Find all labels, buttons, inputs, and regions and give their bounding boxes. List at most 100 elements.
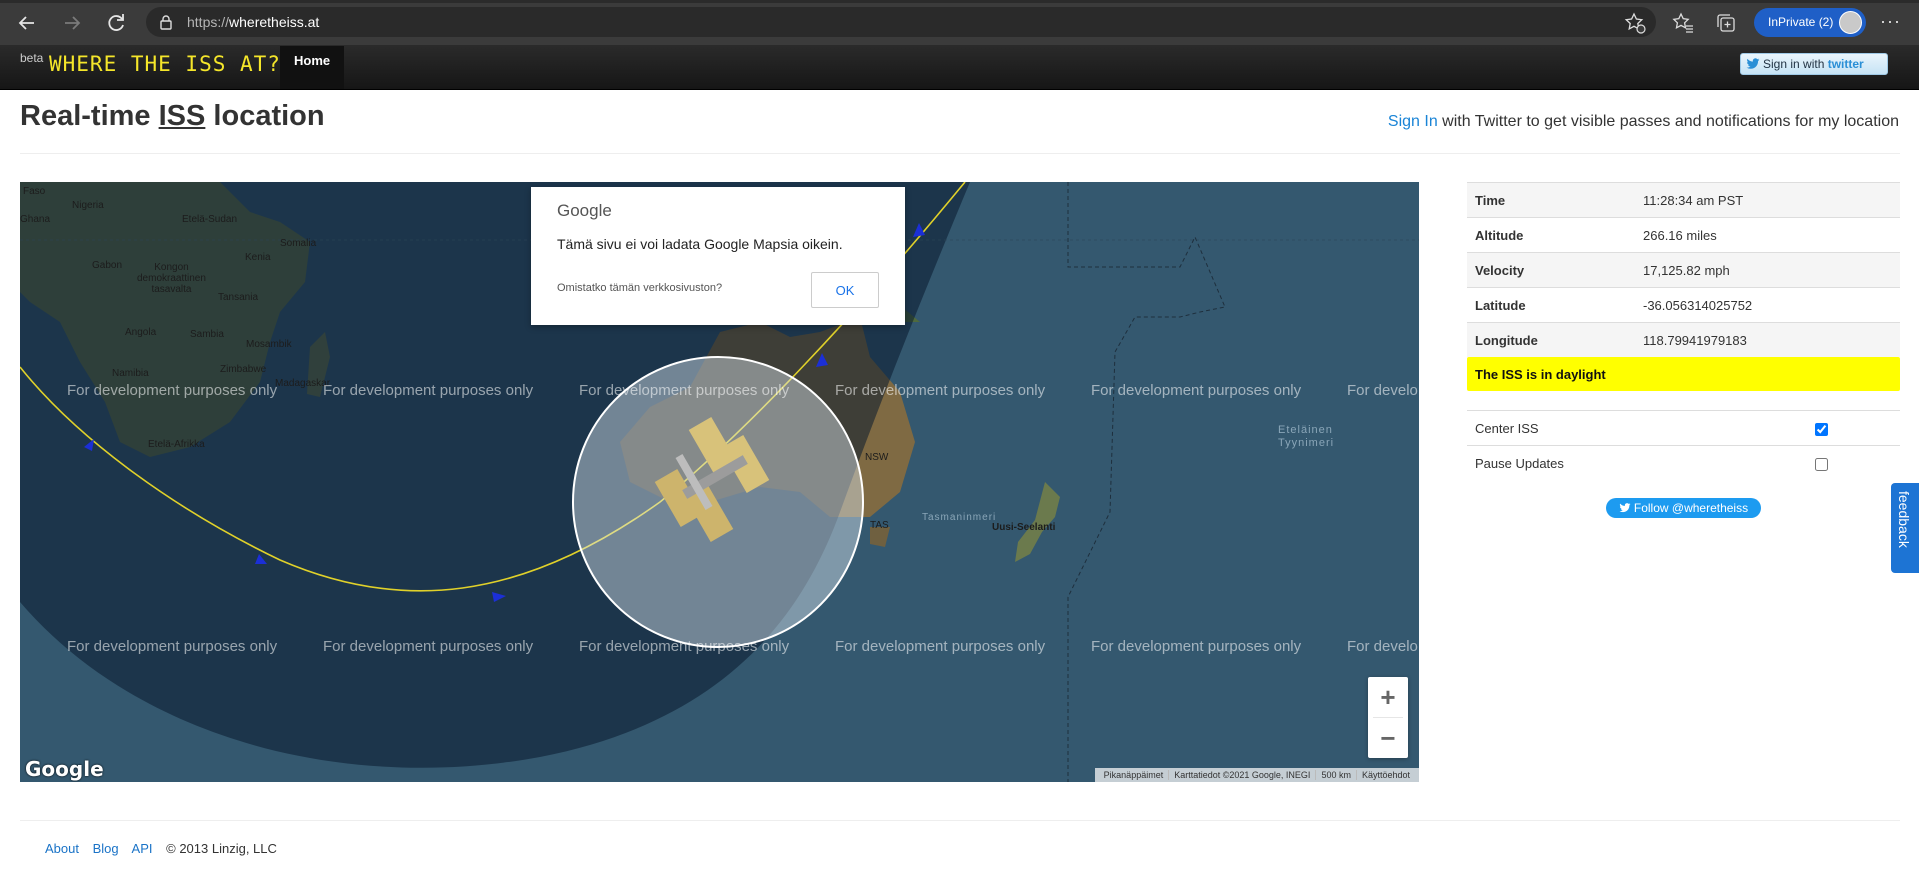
daylight-status: The ISS is in daylight xyxy=(1467,357,1900,391)
dev-watermark: For development purposes only xyxy=(835,638,1046,655)
twitter-bird-icon xyxy=(1746,58,1760,69)
dialog-ok-button[interactable]: OK xyxy=(811,272,879,308)
options-table: Center ISS Pause Updates xyxy=(1467,410,1900,480)
footer: About Blog API © 2013 Linzig, LLC xyxy=(45,841,277,856)
zoom-controls: + − xyxy=(1368,677,1408,758)
browser-toolbar: https://wheretheiss.at InPrivate (2) ··· xyxy=(0,0,1919,46)
map-label-nigeria: Nigeria xyxy=(72,200,104,211)
signin-link[interactable]: Sign In xyxy=(1388,113,1438,130)
tab-strip xyxy=(0,0,1919,3)
table-row: Altitude 266.16 miles xyxy=(1467,217,1900,253)
iss-info-table: Time 11:28:34 am PST Altitude 266.16 miles… xyxy=(1467,182,1900,391)
url-text: https://wheretheiss.at xyxy=(187,14,320,30)
table-row: Longitude 118.79941979183 xyxy=(1467,322,1900,357)
table-row: Velocity 17,125.82 mph xyxy=(1467,252,1900,288)
zoom-in-button[interactable]: + xyxy=(1368,677,1408,717)
keyboard-shortcuts-link[interactable]: Pikanäppäimet xyxy=(1098,770,1170,780)
velocity-label: Velocity xyxy=(1467,252,1635,288)
dev-watermark: For development purposes only xyxy=(579,382,790,399)
page-title: Real-time ISS location xyxy=(20,100,325,132)
pause-updates-checkbox[interactable] xyxy=(1815,457,1828,471)
footer-about-link[interactable]: About xyxy=(45,841,79,856)
inprivate-button[interactable]: InPrivate (2) xyxy=(1754,8,1866,37)
map-label-south-pacific: Eteläinen Tyynimeri xyxy=(1278,424,1335,449)
dialog-owner-question[interactable]: Omistatko tämän verkkosivuston? xyxy=(557,282,722,294)
favorites-icon[interactable] xyxy=(1671,11,1695,35)
forward-icon[interactable] xyxy=(59,10,85,36)
altitude-value: 266.16 miles xyxy=(1635,217,1900,253)
address-bar[interactable]: https://wheretheiss.at xyxy=(146,7,1656,37)
footer-api-link[interactable]: API xyxy=(132,841,153,856)
back-icon[interactable] xyxy=(14,10,40,36)
dev-watermark: For development purposes only xyxy=(323,638,534,655)
follow-label: Follow @wheretheiss xyxy=(1633,501,1749,515)
map-data-credit: Karttatiedot ©2021 Google, INEGI xyxy=(1169,770,1317,780)
zoom-out-button[interactable]: − xyxy=(1368,718,1408,758)
dev-watermark: For development purposes only xyxy=(579,638,790,655)
map-label-south-sudan: Etelä-Sudan xyxy=(182,214,238,225)
map-label-tas: TAS xyxy=(870,520,889,531)
collections-icon[interactable] xyxy=(1714,11,1738,35)
map-label-madagascar: Madagaskar xyxy=(275,378,331,389)
map-label-gabon: Gabon xyxy=(92,260,123,271)
velocity-value: 17,125.82 mph xyxy=(1635,252,1900,288)
map-attribution: Pikanäppäimet Karttatiedot ©2021 Google, … xyxy=(1094,768,1419,782)
footer-blog-link[interactable]: Blog xyxy=(93,841,119,856)
dev-watermark: For development purposes only xyxy=(1091,382,1302,399)
beta-label: beta xyxy=(20,51,44,65)
time-label: Time xyxy=(1467,182,1635,218)
map-label-angola: Angola xyxy=(125,327,157,338)
google-logo[interactable]: Google xyxy=(25,757,104,781)
table-row: Pause Updates xyxy=(1467,445,1900,480)
latitude-label: Latitude xyxy=(1467,287,1635,323)
twitter-wordmark: twitter xyxy=(1827,57,1864,71)
dev-watermark: For development purposes only xyxy=(1091,638,1302,655)
center-iss-checkbox[interactable] xyxy=(1815,422,1828,436)
twitter-follow-button[interactable]: Follow @wheretheiss xyxy=(1606,498,1761,518)
maps-error-dialog: Google Tämä sivu ei voi ladata Google Ma… xyxy=(531,187,905,325)
nav-home-link[interactable]: Home xyxy=(280,46,345,89)
google-dialog-logo: Google xyxy=(557,201,612,220)
feedback-tab[interactable]: feedback xyxy=(1891,483,1919,573)
scale-bar[interactable]: 500 km xyxy=(1316,770,1357,780)
map-label-namibia: Namibia xyxy=(112,368,149,379)
map-label-ghana: Ghana xyxy=(20,214,51,225)
map-label-faso: Faso xyxy=(23,186,46,197)
feedback-label: feedback xyxy=(1896,491,1912,548)
pause-updates-label: Pause Updates xyxy=(1467,445,1697,480)
signin-prompt: Sign In with Twitter to get visible pass… xyxy=(1387,113,1899,130)
map-label-new-zealand: Uusi-Seelanti xyxy=(992,522,1056,533)
more-icon[interactable]: ··· xyxy=(1880,11,1901,32)
twitter-signin-prefix: Sign in with xyxy=(1763,57,1825,71)
dev-watermark: For development purposes only xyxy=(67,638,278,655)
longitude-label: Longitude xyxy=(1467,322,1635,357)
dev-watermark: For development purposes only xyxy=(67,382,278,399)
site-navbar: beta WHERE THE ISS AT? Home xyxy=(0,46,1919,90)
altitude-label: Altitude xyxy=(1467,217,1635,253)
longitude-value: 118.79941979183 xyxy=(1635,322,1900,357)
refresh-icon[interactable] xyxy=(103,10,129,36)
map-label-south-africa: Etelä-Afrikka xyxy=(148,439,205,450)
map-label-mozambique: Mosambik xyxy=(246,339,292,350)
divider xyxy=(20,153,1900,154)
twitter-signin-button[interactable]: Sign in with twitter xyxy=(1740,53,1888,75)
map-label-kenya: Kenia xyxy=(245,252,271,263)
maritime-boundary xyxy=(1067,182,1226,782)
map-label-somalia: Somalia xyxy=(280,238,317,249)
twitter-bird-icon xyxy=(1619,503,1631,513)
map-label-nsw: NSW xyxy=(865,452,889,463)
map-label-zambia: Sambia xyxy=(190,329,224,340)
map-label-tasman-sea: Tasmaninmeri xyxy=(922,512,997,523)
map-label-congo: Kongon demokraattinen tasavalta xyxy=(137,262,206,295)
map-label-tanzania: Tansania xyxy=(218,292,259,303)
terms-link[interactable]: Käyttöehdot xyxy=(1357,770,1415,780)
iss-visibility-circle xyxy=(572,356,864,648)
time-value: 11:28:34 am PST xyxy=(1635,182,1900,218)
dev-watermark: For develo xyxy=(1347,638,1418,655)
lock-icon[interactable] xyxy=(158,14,174,30)
favorite-add-icon[interactable] xyxy=(1623,11,1647,35)
daylight-status-row: The ISS is in daylight xyxy=(1467,357,1900,391)
brand-logo[interactable]: WHERE THE ISS AT? xyxy=(49,52,281,76)
copyright: © 2013 Linzig, LLC xyxy=(166,841,277,856)
table-row: Time 11:28:34 am PST xyxy=(1467,182,1900,218)
